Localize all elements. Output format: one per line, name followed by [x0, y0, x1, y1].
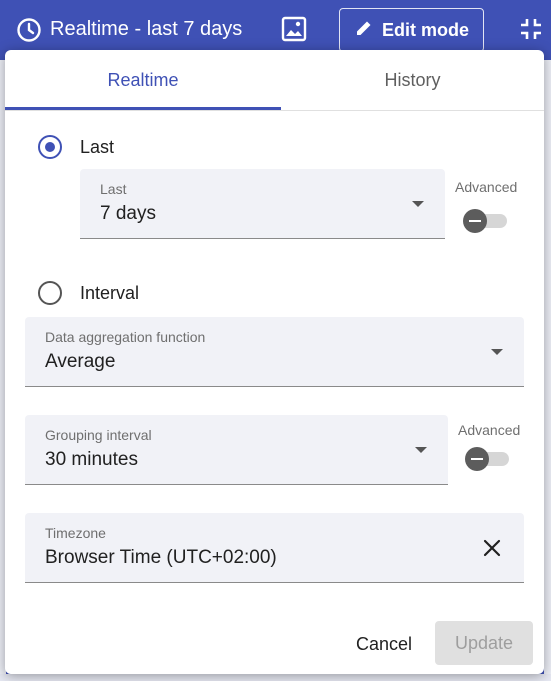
dashboard-background — [0, 674, 551, 681]
image-icon[interactable] — [280, 15, 308, 43]
clock-icon[interactable] — [16, 17, 42, 43]
tab-bar: Realtime History — [5, 50, 544, 111]
dropdown-caret-icon — [415, 447, 427, 453]
aggregation-function-label: Data aggregation function — [45, 329, 206, 345]
last-radio[interactable] — [38, 135, 62, 159]
update-button[interactable]: Update — [435, 621, 533, 665]
grouping-interval-select[interactable]: Grouping interval 30 minutes — [25, 415, 448, 485]
timezone-label: Timezone — [45, 525, 106, 541]
dropdown-caret-icon — [412, 201, 424, 207]
active-tab-indicator — [5, 107, 281, 110]
timewindow-title[interactable]: Realtime - last 7 days — [50, 18, 242, 41]
close-icon[interactable] — [481, 537, 503, 559]
dashboard-background — [544, 60, 551, 681]
last-advanced-label: Advanced — [455, 179, 518, 195]
pencil-icon — [354, 18, 374, 43]
grouping-interval-label: Grouping interval — [45, 427, 152, 443]
grouping-advanced-toggle[interactable] — [465, 446, 511, 472]
last-duration-value: 7 days — [100, 203, 156, 224]
timezone-value: Browser Time (UTC+02:00) — [45, 547, 277, 568]
tab-realtime[interactable]: Realtime — [5, 50, 281, 110]
grouping-advanced-label: Advanced — [458, 422, 521, 438]
dropdown-caret-icon — [491, 349, 503, 355]
grouping-interval-value: 30 minutes — [45, 449, 138, 470]
last-duration-label: Last — [100, 181, 127, 197]
cancel-button[interactable]: Cancel — [343, 624, 425, 664]
aggregation-function-select[interactable]: Data aggregation function Average — [25, 317, 524, 387]
edit-mode-button[interactable]: Edit mode — [339, 8, 484, 52]
last-radio-label[interactable]: Last — [80, 137, 114, 158]
last-duration-select[interactable]: Last 7 days — [80, 169, 445, 239]
edit-mode-label: Edit mode — [381, 19, 469, 40]
last-advanced-toggle[interactable] — [463, 208, 509, 234]
timewindow-dialog: Realtime History Last Last 7 days Advanc… — [5, 50, 544, 674]
interval-radio-label[interactable]: Interval — [80, 283, 139, 304]
timezone-select[interactable]: Timezone Browser Time (UTC+02:00) — [25, 513, 524, 583]
aggregation-function-value: Average — [45, 351, 116, 372]
fullscreen-exit-icon[interactable] — [520, 18, 542, 40]
interval-radio[interactable] — [38, 281, 62, 305]
tab-history[interactable]: History — [281, 50, 544, 110]
